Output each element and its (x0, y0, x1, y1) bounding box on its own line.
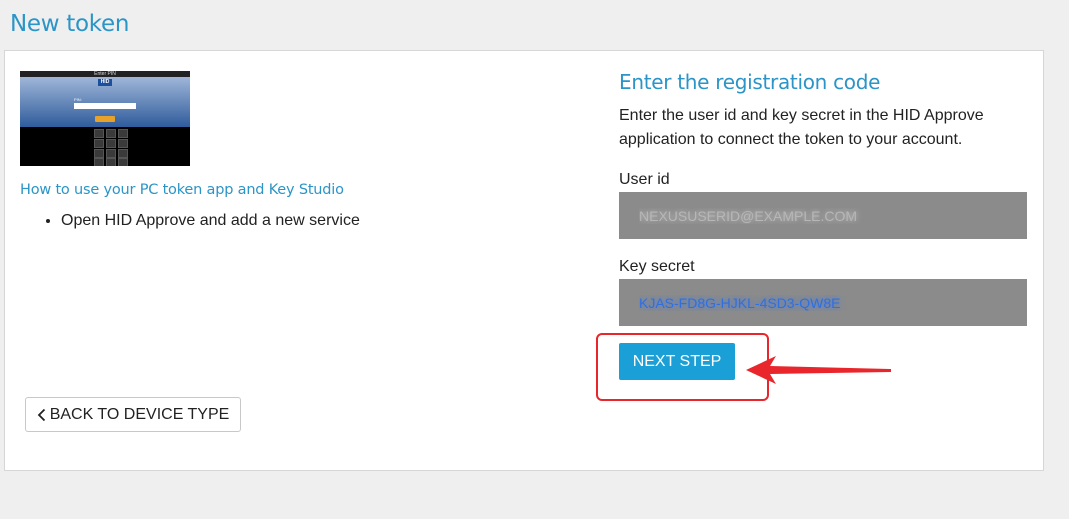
help-link[interactable]: How to use your PC token app and Key Stu… (20, 182, 344, 198)
thumbnail-key (118, 139, 128, 148)
header-cut-text (8, 0, 208, 2)
key-secret-field[interactable] (619, 279, 1027, 326)
thumbnail-key (94, 139, 104, 148)
app-screenshot-thumbnail: Enter PIN HID PIN: (20, 71, 190, 166)
thumbnail-key (106, 149, 116, 158)
next-step-button[interactable]: NEXT STEP (619, 343, 735, 380)
thumbnail-key (106, 158, 116, 166)
thumbnail-key (118, 149, 128, 158)
thumbnail-key (94, 149, 104, 158)
token-card: Enter PIN HID PIN: How to use your PC to… (4, 50, 1044, 471)
annotation-arrow-icon (746, 356, 891, 384)
thumbnail-key (94, 158, 104, 166)
chevron-left-icon (37, 408, 46, 422)
thumbnail-key (106, 139, 116, 148)
thumbnail-key (94, 129, 104, 138)
list-item: Open HID Approve and add a new service (61, 212, 360, 230)
thumbnail-pin-box (74, 103, 136, 109)
thumbnail-key (118, 158, 128, 166)
key-secret-label: Key secret (619, 258, 695, 275)
back-button-label: BACK TO DEVICE TYPE (49, 405, 230, 423)
page-title: New token (10, 11, 130, 37)
thumbnail-key (106, 129, 116, 138)
hid-logo: HID (98, 79, 112, 86)
help-steps-list: Open HID Approve and add a new service (20, 212, 360, 230)
registration-description: Enter the user id and key secret in the … (619, 107, 984, 148)
thumbnail-pin-label: PIN: (74, 97, 82, 102)
user-id-field[interactable] (619, 192, 1027, 239)
thumbnail-key (118, 129, 128, 138)
thumbnail-ok-button (95, 116, 115, 122)
registration-title: Enter the registration code (619, 70, 881, 94)
back-to-device-type-button[interactable]: BACK TO DEVICE TYPE (25, 397, 241, 432)
user-id-label: User id (619, 171, 670, 188)
